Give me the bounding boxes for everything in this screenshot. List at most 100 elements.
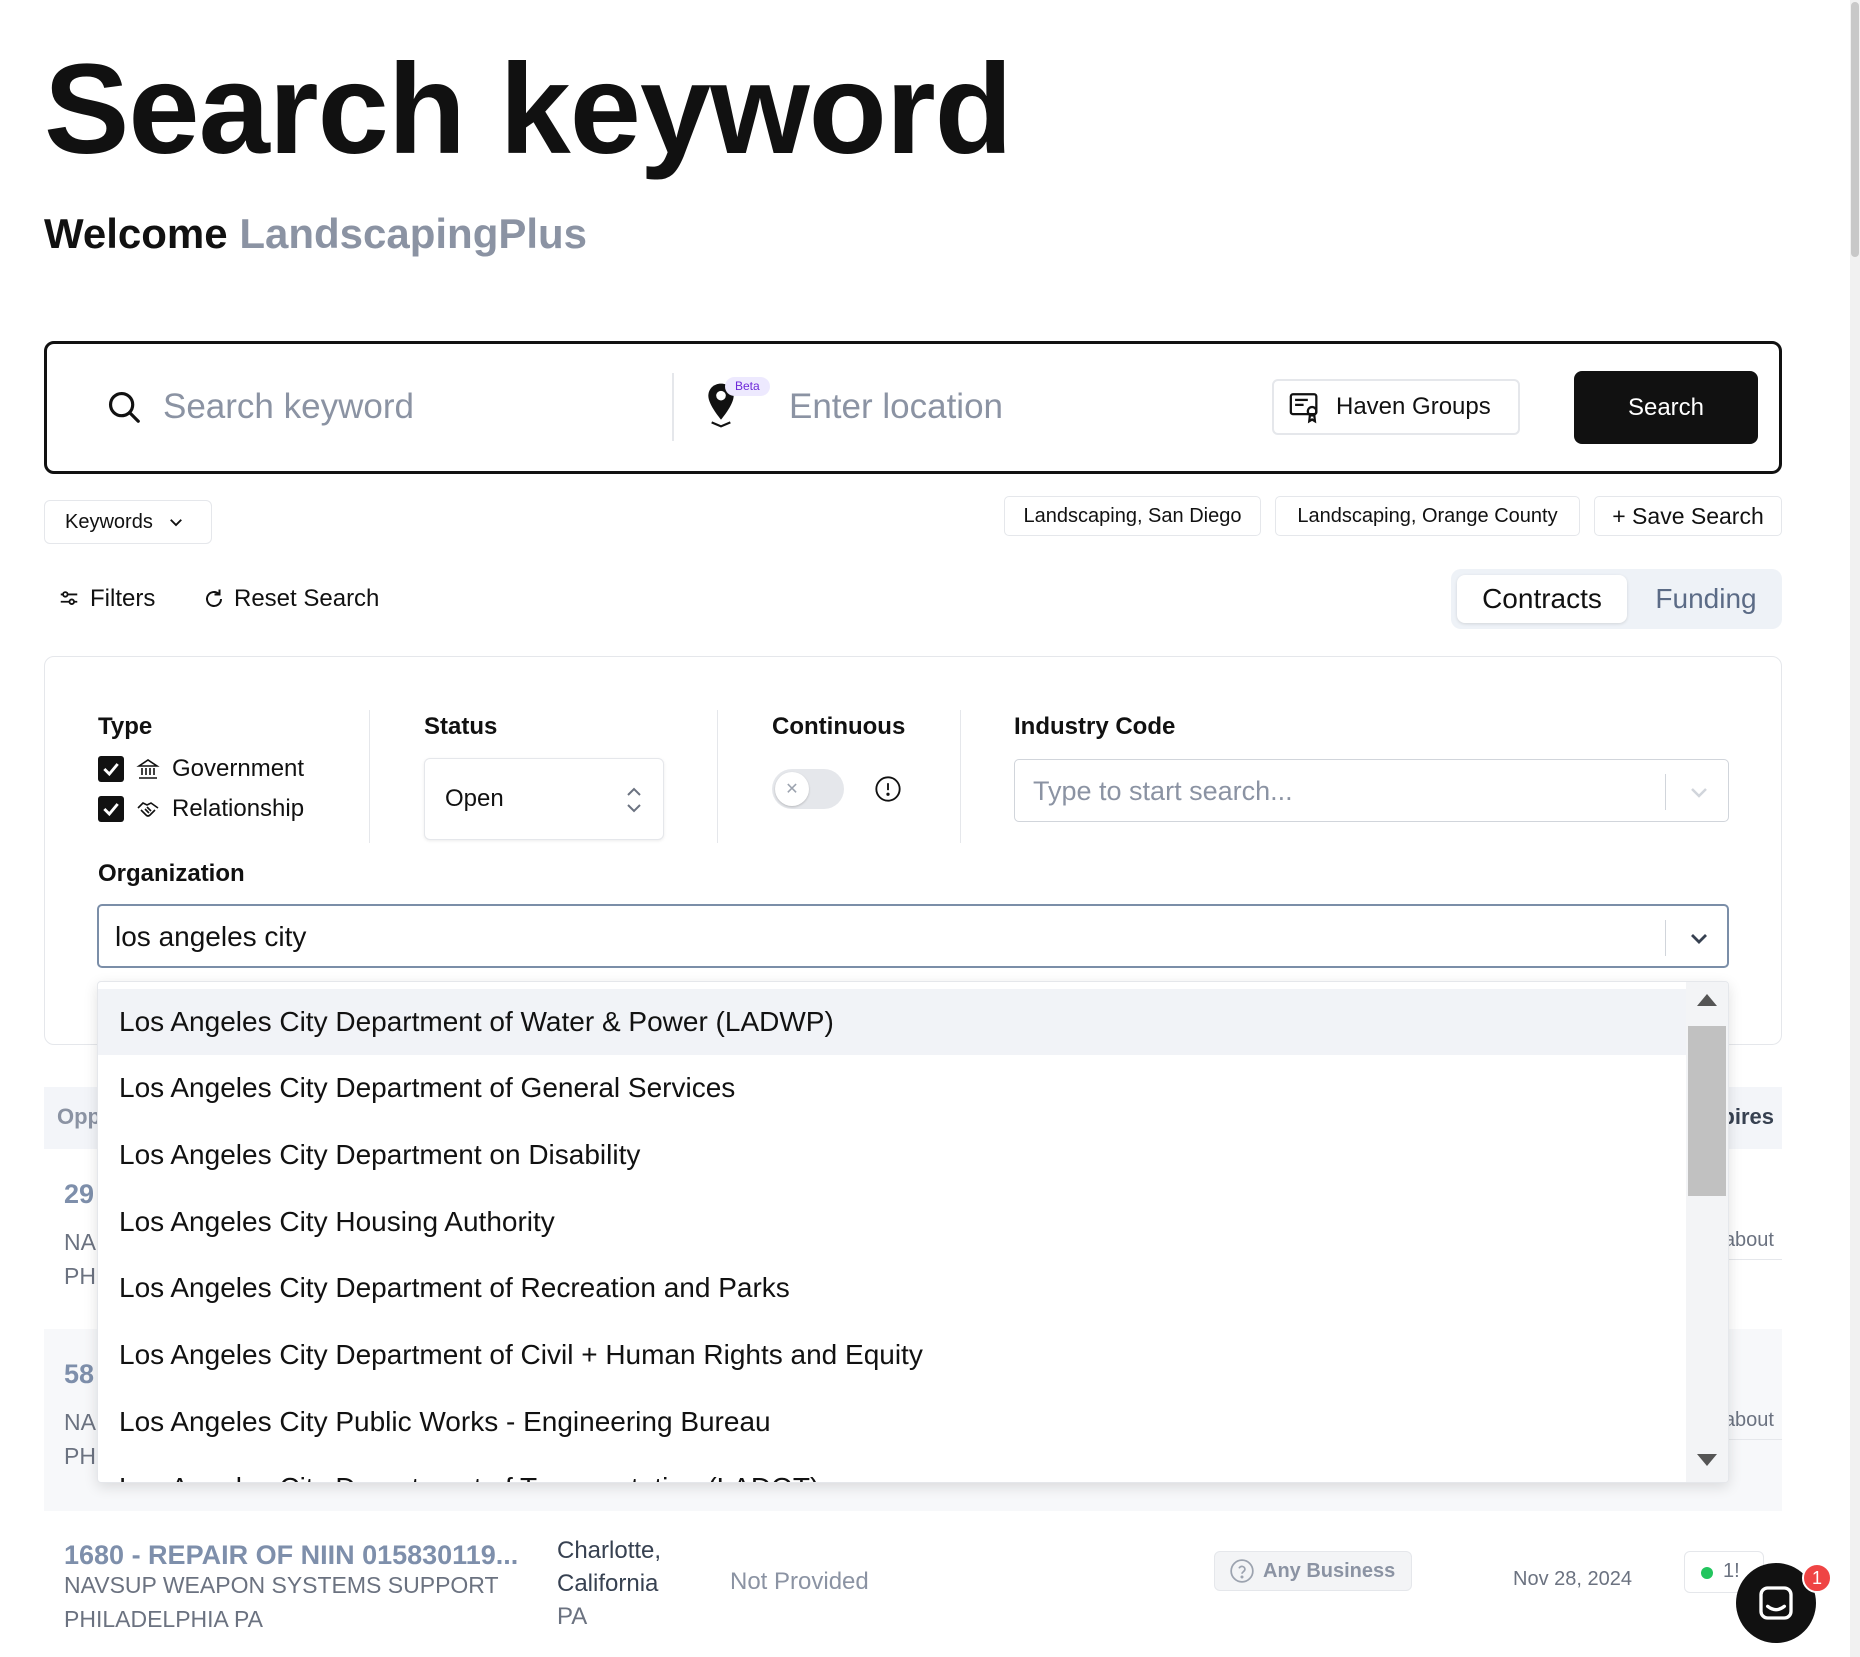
username: LandscapingPlus [239, 210, 588, 257]
expires-relative: about [1723, 1229, 1774, 1251]
divider [369, 710, 370, 843]
organization-option[interactable]: Los Angeles City Department on Disabilit… [98, 1122, 1688, 1188]
search-button[interactable]: Search [1574, 371, 1758, 444]
welcome-message: Welcome LandscapingPlus [44, 208, 587, 260]
beta-badge: Beta [725, 377, 770, 396]
type-label: Type [98, 713, 153, 740]
type-option-label: Relationship [172, 795, 305, 822]
handshake-icon [137, 802, 159, 817]
location-line: Charlotte, [557, 1537, 662, 1564]
scrollbar-thumb[interactable] [1851, 2, 1859, 257]
certificate-icon [1289, 393, 1318, 424]
business-type-label: Any Business [1263, 1559, 1396, 1582]
organization-dropdown-menu: Los Angeles City Department of Water & P… [97, 981, 1729, 1483]
bank-icon [136, 759, 160, 779]
type-option-government[interactable]: Government [98, 755, 304, 783]
organization-option[interactable]: Los Angeles City Department of Water & P… [98, 989, 1688, 1055]
type-option-label: Government [172, 755, 305, 782]
contracts-funding-toggle: Contracts Funding [1451, 569, 1782, 629]
expires-relative: about [1723, 1409, 1774, 1431]
filters-button[interactable]: Filters [58, 585, 155, 613]
select-separator [1665, 774, 1666, 810]
organization-option[interactable]: Los Angeles City Public Works - Engineer… [98, 1389, 1688, 1455]
save-search-button[interactable]: + Save Search [1594, 496, 1782, 536]
organization-select[interactable] [97, 904, 1729, 968]
sliders-icon [60, 591, 78, 605]
organization-option[interactable]: Los Angeles City Department of Recreatio… [98, 1255, 1688, 1321]
continuous-toggle[interactable]: ✕ [772, 769, 844, 809]
industry-code-label: Industry Code [1014, 713, 1176, 740]
reset-search-button[interactable]: Reset Search [202, 585, 379, 613]
dropdown-scrollbar[interactable] [1686, 982, 1728, 1482]
opportunity-title[interactable]: 58 [64, 1359, 94, 1390]
checkbox-checked[interactable] [98, 756, 124, 782]
notification-badge: 1 [1802, 1563, 1832, 1593]
scroll-down-arrow-icon[interactable] [1697, 1454, 1717, 1466]
question-circle-icon [1230, 1559, 1254, 1583]
status-select[interactable]: Open [424, 758, 664, 840]
page-title: Search keyword [44, 38, 1013, 181]
type-option-relationship[interactable]: Relationship [98, 795, 304, 823]
organization-name: PHILADELPHIA PA [64, 1606, 263, 1632]
keywords-dropdown[interactable]: Keywords [44, 500, 212, 544]
status-value: Open [445, 785, 504, 812]
table-row[interactable]: 1680 - REPAIR OF NIIN 015830119... NAVSU… [44, 1511, 1782, 1657]
industry-code-select[interactable] [1014, 759, 1729, 822]
opportunity-title[interactable]: 29 [64, 1179, 94, 1210]
search-divider [672, 373, 674, 441]
keyword-search-input[interactable] [163, 374, 663, 440]
status-dot [1701, 1567, 1713, 1579]
location-line: PA [557, 1603, 588, 1630]
organization-name: NAVSUP WEAPON SYSTEMS SUPPORT [64, 1572, 499, 1598]
tab-funding[interactable]: Funding [1637, 575, 1775, 623]
filters-label: Filters [90, 585, 156, 612]
opportunity-title[interactable]: 1680 - REPAIR OF NIIN 015830119... [64, 1540, 518, 1571]
organization-name: NA [64, 1229, 96, 1255]
chevron-down-icon[interactable] [1687, 780, 1711, 804]
keywords-dropdown-label: Keywords [65, 510, 153, 533]
saved-search-chip[interactable]: Landscaping, Orange County [1275, 496, 1580, 536]
tab-contracts[interactable]: Contracts [1457, 575, 1627, 623]
info-icon[interactable] [874, 775, 902, 803]
organization-option[interactable]: Los Angeles City Department of General S… [98, 1055, 1688, 1121]
column-header-expires: pires [1721, 1104, 1774, 1129]
checkbox-checked[interactable] [98, 796, 124, 822]
organization-name: PH [64, 1263, 96, 1289]
chat-icon [1759, 1586, 1793, 1620]
chevron-down-icon[interactable] [1687, 926, 1711, 950]
divider [960, 710, 961, 843]
scrollbar-thumb[interactable] [1688, 1026, 1726, 1196]
search-bar: Beta Haven Groups Search [44, 341, 1782, 474]
scroll-up-arrow-icon[interactable] [1697, 994, 1717, 1006]
value-not-provided: Not Provided [730, 1568, 869, 1595]
haven-groups-label: Haven Groups [1336, 393, 1491, 420]
up-down-chevron-icon [627, 787, 641, 813]
page-scrollbar[interactable] [1850, 0, 1860, 1657]
location: Charlotte, California PA [557, 1534, 661, 1633]
haven-groups-button[interactable]: Haven Groups [1272, 379, 1520, 435]
chevron-down-icon [169, 519, 182, 527]
refresh-icon [206, 589, 222, 607]
organization-option[interactable]: Los Angeles City Housing Authority [98, 1189, 1688, 1255]
business-type-badge: Any Business [1214, 1551, 1412, 1591]
location-input[interactable] [789, 374, 1249, 440]
search-icon [108, 391, 140, 423]
welcome-prefix: Welcome [44, 210, 228, 257]
organization-name: NA [64, 1409, 96, 1435]
location-line: California [557, 1570, 659, 1597]
continuous-label: Continuous [772, 713, 906, 740]
industry-code-input[interactable] [1033, 770, 1633, 812]
divider [717, 710, 718, 843]
organization-option[interactable]: Los Angeles City Department of Civil + H… [98, 1322, 1688, 1388]
saved-search-chip[interactable]: Landscaping, San Diego [1004, 496, 1261, 536]
organization-input[interactable] [115, 916, 1515, 958]
organization-option[interactable]: Los Angeles City Department of Transport… [98, 1455, 1688, 1482]
reset-search-label: Reset Search [234, 585, 380, 612]
select-separator [1665, 920, 1666, 956]
posted-date: Nov 28, 2024 [1513, 1568, 1632, 1590]
status-badge-text: 1! [1723, 1560, 1740, 1582]
toggle-off-icon: ✕ [775, 772, 809, 806]
status-label: Status [424, 713, 498, 740]
organization-name: PH [64, 1443, 96, 1469]
organization-label: Organization [98, 860, 245, 887]
